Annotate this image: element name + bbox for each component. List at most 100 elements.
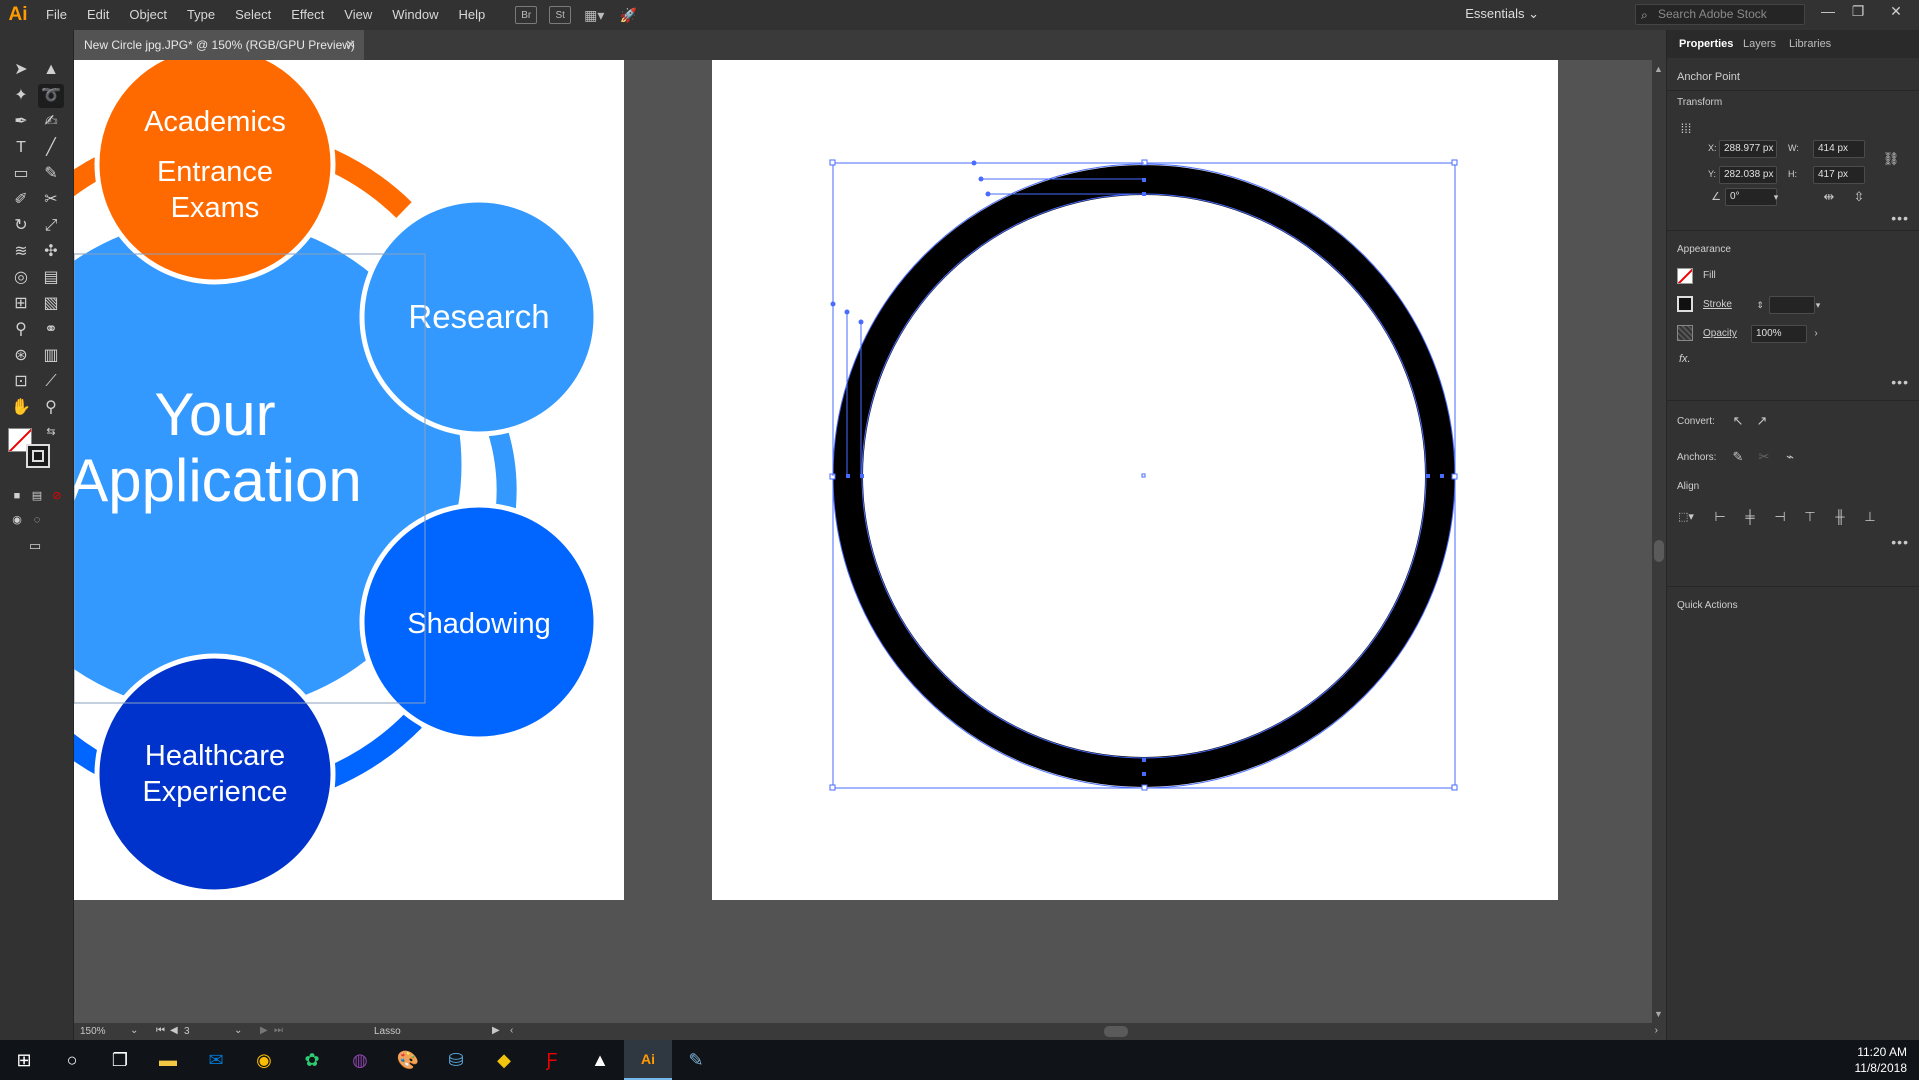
task-view-icon[interactable]: ❐ xyxy=(96,1040,144,1080)
network-app-icon[interactable]: ⛁ xyxy=(432,1040,480,1080)
close-tab-icon[interactable]: ✕ xyxy=(345,30,356,60)
menu-effect[interactable]: Effect xyxy=(281,0,334,30)
type-tool-icon[interactable]: T xyxy=(8,136,34,160)
flip-vertical-icon[interactable]: ⇳ xyxy=(1850,188,1868,206)
vertical-scrollbar[interactable]: ▲ ▼ xyxy=(1652,60,1666,1023)
scroll-right-icon[interactable]: › xyxy=(1655,1025,1658,1036)
hand-tool-icon[interactable]: ✋ xyxy=(8,396,34,420)
scale-tool-icon[interactable]: ⤢ xyxy=(38,214,64,238)
scroll-down-icon[interactable]: ▼ xyxy=(1654,1009,1663,1019)
last-artboard-icon[interactable]: ⏭ xyxy=(274,1025,283,1036)
menu-edit[interactable]: Edit xyxy=(77,0,119,30)
more-options-icon[interactable]: ••• xyxy=(1891,210,1909,226)
canvas-area[interactable]: Academics Entrance Exams Research Your A… xyxy=(74,60,1652,1023)
tab-layers[interactable]: Layers xyxy=(1743,30,1776,58)
paint-icon[interactable]: 🎨 xyxy=(384,1040,432,1080)
previous-artboard-icon[interactable]: ◀ xyxy=(170,1025,178,1036)
selection-tool-icon[interactable]: ➤ xyxy=(8,58,34,82)
convert-to-corner-icon[interactable]: ↖ xyxy=(1729,412,1747,430)
rotate-tool-icon[interactable]: ↻ xyxy=(8,214,34,238)
symbol-sprayer-icon[interactable]: ⊛ xyxy=(8,344,34,368)
align-top-icon[interactable]: ⊤ xyxy=(1801,508,1819,526)
swap-fill-stroke-icon[interactable]: ⇆ xyxy=(44,420,58,444)
artboard-number[interactable]: 3 xyxy=(184,1026,190,1037)
more-options-icon[interactable]: ••• xyxy=(1891,374,1909,390)
vertical-scroll-thumb[interactable] xyxy=(1654,540,1664,562)
eyedropper-icon[interactable]: ⚲ xyxy=(8,318,34,342)
stock-button[interactable]: St xyxy=(549,6,572,24)
chevron-down-icon[interactable]: ⌄ xyxy=(130,1025,138,1036)
inkscape-icon[interactable]: ▲ xyxy=(576,1040,624,1080)
curvature-tool-icon[interactable]: ✍ xyxy=(38,110,64,134)
paintbrush-tool-icon[interactable]: ✎ xyxy=(38,162,64,186)
fx-button[interactable]: fx. xyxy=(1679,353,1691,365)
chevron-down-icon[interactable]: ⌄ xyxy=(234,1025,242,1036)
align-center-horizontal-icon[interactable]: ╪ xyxy=(1741,508,1759,526)
illustrator-taskbar-icon[interactable]: Ai xyxy=(624,1040,672,1080)
mesh-tool-icon[interactable]: ⊞ xyxy=(8,292,34,316)
add-anchor-icon[interactable]: ⌁ xyxy=(1781,448,1799,466)
blend-tool-icon[interactable]: ⚭ xyxy=(38,318,64,342)
draw-behind-icon[interactable]: ◌ xyxy=(24,508,50,532)
stroke-swatch-panel[interactable] xyxy=(1677,296,1693,312)
y-field[interactable]: 282.038 px xyxy=(1719,166,1777,184)
align-bottom-icon[interactable]: ⊥ xyxy=(1861,508,1879,526)
scroll-left-icon[interactable]: ‹ xyxy=(510,1025,513,1036)
screen-mode-icon[interactable]: ▭ xyxy=(22,534,48,558)
first-artboard-icon[interactable]: ⏮ xyxy=(156,1025,165,1036)
reference-point-icon[interactable]: ⁞⁞⁞ xyxy=(1677,120,1695,138)
menu-type[interactable]: Type xyxy=(177,0,225,30)
pen-tool-icon[interactable]: ✒ xyxy=(8,110,34,134)
rectangle-tool-icon[interactable]: ▭ xyxy=(8,162,34,186)
search-icon[interactable]: ○ xyxy=(48,1040,96,1080)
align-to-icon[interactable]: ⬚▾ xyxy=(1677,508,1695,526)
scissors-tool-icon[interactable]: ✂ xyxy=(38,188,64,212)
stroke-weight-stepper-icon[interactable]: ⇕ xyxy=(1751,296,1769,314)
filezilla-icon[interactable]: Ƒ xyxy=(528,1040,576,1080)
close-window-icon[interactable]: ✕ xyxy=(1881,0,1911,24)
stroke-label[interactable]: Stroke xyxy=(1703,299,1732,310)
search-stock-input[interactable]: ⌕ Search Adobe Stock xyxy=(1635,4,1805,25)
fill-none-swatch[interactable] xyxy=(1677,268,1693,284)
notes-app-icon[interactable]: ✎ xyxy=(672,1040,720,1080)
none-mode-icon[interactable]: ⊘ xyxy=(44,484,70,508)
opacity-label[interactable]: Opacity xyxy=(1703,328,1737,339)
app-purple-icon[interactable]: ◍ xyxy=(336,1040,384,1080)
zoom-level[interactable]: 150% xyxy=(80,1026,106,1037)
flip-horizontal-icon[interactable]: ⇹ xyxy=(1820,188,1838,206)
system-clock[interactable]: 11:20 AM 11/8/2018 xyxy=(1855,1044,1908,1076)
arrange-documents-icon[interactable]: ▦▾ xyxy=(583,6,605,24)
stroke-swatch[interactable] xyxy=(26,444,50,468)
x-field[interactable]: 288.977 px xyxy=(1719,140,1777,158)
gpu-performance-icon[interactable]: 🚀 xyxy=(617,6,639,24)
constrain-proportions-icon[interactable]: ⛓ xyxy=(1882,150,1900,168)
convert-to-smooth-icon[interactable]: ↗ xyxy=(1753,412,1771,430)
opacity-field[interactable]: 100% xyxy=(1751,325,1807,343)
app-green-icon[interactable]: ✿ xyxy=(288,1040,336,1080)
column-graph-icon[interactable]: ▥ xyxy=(38,344,64,368)
align-center-vertical-icon[interactable]: ╫ xyxy=(1831,508,1849,526)
next-artboard-icon[interactable]: ▶ xyxy=(260,1025,268,1036)
outlook-icon[interactable]: ✉ xyxy=(192,1040,240,1080)
menu-help[interactable]: Help xyxy=(448,0,495,30)
height-field[interactable]: 417 px xyxy=(1813,166,1865,184)
warp-tool-icon[interactable]: ≋ xyxy=(8,240,34,264)
chevron-down-icon[interactable]: ▾ xyxy=(1767,188,1785,206)
chevron-right-icon[interactable]: › xyxy=(1807,325,1825,343)
menu-view[interactable]: View xyxy=(334,0,382,30)
tab-properties[interactable]: Properties xyxy=(1679,30,1733,58)
workspace-switcher[interactable]: Essentials ⌄ xyxy=(1465,6,1539,22)
slice-tool-icon[interactable]: ⟋ xyxy=(38,370,64,394)
minimize-icon[interactable]: — xyxy=(1813,0,1843,24)
shaper-tool-icon[interactable]: ✐ xyxy=(8,188,34,212)
bridge-button[interactable]: Br xyxy=(515,6,538,24)
width-field[interactable]: 414 px xyxy=(1813,140,1865,158)
menu-object[interactable]: Object xyxy=(119,0,177,30)
line-tool-icon[interactable]: ╱ xyxy=(38,136,64,160)
more-options-icon[interactable]: ••• xyxy=(1891,534,1909,550)
file-explorer-icon[interactable]: ▬ xyxy=(144,1040,192,1080)
puppet-warp-icon[interactable]: ✣ xyxy=(38,240,64,264)
artboard-placed-image[interactable]: Academics Entrance Exams Research Your A… xyxy=(74,60,624,900)
gradient-tool-icon[interactable]: ▧ xyxy=(38,292,64,316)
status-menu-icon[interactable]: ▶ xyxy=(492,1025,500,1036)
